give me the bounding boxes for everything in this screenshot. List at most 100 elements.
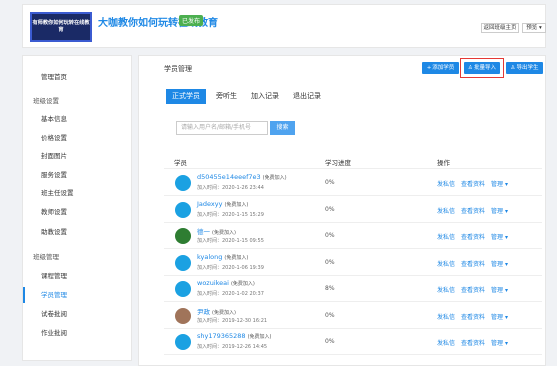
sidebar-item-homework-review[interactable]: 作业批阅 xyxy=(23,325,131,341)
send-message-link[interactable]: 发私信 xyxy=(437,181,455,188)
sidebar-item-assistant[interactable]: 助教设置 xyxy=(23,224,131,240)
student-name-cell: kyalong (免费加入) xyxy=(197,253,248,261)
sidebar-group-class-settings: 班级设置 xyxy=(33,97,59,105)
student-name-link[interactable]: kyalong xyxy=(197,253,222,261)
student-name-cell: Jadexyy (免费加入) xyxy=(197,200,248,208)
sidebar-item-cover[interactable]: 封面图片 xyxy=(23,148,131,164)
export-students-button[interactable]: ♙导出学生 xyxy=(506,62,543,74)
table-row: kyalong (免费加入) 加入时间：2020-1-06 19:39 0% 发私信 查看… xyxy=(164,250,542,276)
row-actions: 发私信 查看资料 管理 ▾ xyxy=(437,206,514,215)
avatar[interactable] xyxy=(175,307,191,324)
column-header-progress: 学习进度 xyxy=(325,159,351,167)
manage-dropdown[interactable]: 管理 ▾ xyxy=(491,261,508,268)
course-logo: 有师教你如何玩转在线教育 xyxy=(30,12,92,42)
table-row: 德一 (免费加入) 加入时间：2020-1-15 09:55 0% 发私信 查看资料 管理 … xyxy=(164,223,542,249)
tab-formal-students[interactable]: 正式学员 xyxy=(166,89,206,104)
table-row: wozuikeai (免费加入) 加入时间：2020-1-02 20:37 8% 发私信… xyxy=(164,276,542,302)
manage-dropdown[interactable]: 管理 ▾ xyxy=(491,234,508,241)
student-name-cell: 尹政 (免费加入) xyxy=(197,306,236,316)
student-name-link[interactable]: 尹政 xyxy=(197,308,210,316)
student-name-cell: wozuikeai (免费加入) xyxy=(197,279,255,287)
avatar[interactable] xyxy=(175,228,191,244)
send-message-link[interactable]: 发私信 xyxy=(437,261,455,268)
sidebar-item-exam-review[interactable]: 试卷批阅 xyxy=(23,306,131,322)
send-message-link[interactable]: 发私信 xyxy=(437,208,455,215)
student-name-cell: 德一 (免费加入) xyxy=(197,226,236,236)
join-type: (免费加入) xyxy=(262,175,287,181)
table-header-divider xyxy=(164,168,542,169)
view-profile-link[interactable]: 查看资料 xyxy=(461,287,485,294)
join-time: 加入时间：2020-1-02 20:37 xyxy=(197,291,264,297)
export-students-label: 导出学生 xyxy=(516,65,539,71)
sidebar-item-service[interactable]: 服务设置 xyxy=(23,167,131,183)
search-input[interactable]: 请输入用户名/邮箱/手机号 xyxy=(176,121,268,135)
sidebar-item-basic-info[interactable]: 基本信息 xyxy=(23,111,131,127)
view-profile-link[interactable]: 查看资料 xyxy=(461,314,485,321)
table-row: 尹政 (免费加入) 加入时间：2019-12-30 16:21 0% 发私信 查看资料 管理… xyxy=(164,303,542,329)
sidebar-item-courses[interactable]: 课程管理 xyxy=(23,268,131,284)
avatar[interactable] xyxy=(175,201,191,218)
student-name-link[interactable]: wozuikeai xyxy=(197,279,229,287)
table-row: shy179365288 (免费加入) 加入时间：2019-12-26 14:45 0… xyxy=(164,329,542,355)
view-profile-link[interactable]: 查看资料 xyxy=(461,181,485,188)
join-type: (免费加入) xyxy=(224,254,249,261)
student-name-link[interactable]: shy179365288 xyxy=(197,332,246,340)
manage-dropdown[interactable]: 管理 ▾ xyxy=(491,340,508,347)
user-icon: ♙ xyxy=(510,65,516,71)
status-badge: 已发布 xyxy=(179,15,204,26)
join-type: (免费加入) xyxy=(212,230,236,236)
manage-dropdown[interactable]: 管理 ▾ xyxy=(491,287,508,294)
add-student-button[interactable]: +添加学员 xyxy=(422,62,459,74)
student-name-link[interactable]: Jadexyy xyxy=(197,200,222,208)
send-message-link[interactable]: 发私信 xyxy=(437,234,455,241)
page-title: 学员管理 xyxy=(164,65,192,73)
row-actions: 发私信 查看资料 管理 ▾ xyxy=(437,232,514,241)
sidebar-item-teacher[interactable]: 教师设置 xyxy=(23,204,131,220)
join-type: (免费加入) xyxy=(247,334,272,340)
study-progress: 8% xyxy=(325,285,335,292)
row-actions: 发私信 查看资料 管理 ▾ xyxy=(437,312,514,321)
student-name-cell: d50455e14eeef7e3 (免费加入) xyxy=(197,173,287,181)
sidebar-item-dashboard[interactable]: 管理首页 xyxy=(23,69,131,85)
manage-dropdown[interactable]: 管理 ▾ xyxy=(491,314,508,321)
highlight-box xyxy=(460,58,504,78)
column-header-actions: 操作 xyxy=(437,159,450,167)
join-type: (免费加入) xyxy=(224,201,249,208)
course-header: 有师教你如何玩转在线教育 大咖教你如何玩转在线教育 已发布 返回班级主页 预览 … xyxy=(22,4,546,48)
send-message-link[interactable]: 发私信 xyxy=(437,340,455,347)
join-type: (免费加入) xyxy=(230,281,255,287)
table-row: Jadexyy (免费加入) 加入时间：2020-1-15 15:29 0% 发私信 查看… xyxy=(164,197,542,223)
study-progress: 0% xyxy=(325,205,335,213)
row-actions: 发私信 查看资料 管理 ▾ xyxy=(437,338,514,347)
student-name-link[interactable]: 德一 xyxy=(197,228,210,236)
table-row: d50455e14eeef7e3 (免费加入) 加入时间：2020-1-26 23:… xyxy=(164,170,542,196)
join-time: 加入时间：2020-1-26 23:44 xyxy=(197,185,264,191)
student-name-cell: shy179365288 (免费加入) xyxy=(197,332,271,340)
search-button[interactable]: 搜索 xyxy=(270,121,295,135)
sidebar-group-class-management: 班级管理 xyxy=(33,253,59,261)
sidebar-item-price[interactable]: 价格设置 xyxy=(23,130,131,146)
sidebar-item-headteacher[interactable]: 班主任设置 xyxy=(23,185,131,201)
view-profile-link[interactable]: 查看资料 xyxy=(461,234,485,241)
study-progress: 0% xyxy=(325,258,335,266)
join-time: 加入时间：2019-12-30 16:21 xyxy=(197,317,268,324)
manage-dropdown[interactable]: 管理 ▾ xyxy=(491,208,508,215)
avatar[interactable] xyxy=(175,254,191,271)
send-message-link[interactable]: 发私信 xyxy=(437,287,455,294)
tab-exit-records[interactable]: 退出记录 xyxy=(293,89,321,104)
avatar[interactable] xyxy=(175,175,191,191)
tab-join-records[interactable]: 加入记录 xyxy=(251,89,279,104)
view-profile-link[interactable]: 查看资料 xyxy=(461,261,485,268)
avatar[interactable] xyxy=(175,281,191,297)
tab-auditors[interactable]: 旁听生 xyxy=(216,89,237,104)
avatar[interactable] xyxy=(175,334,191,350)
sidebar-item-students[interactable]: 学员管理 xyxy=(23,287,131,303)
student-name-link[interactable]: d50455e14eeef7e3 xyxy=(197,173,261,181)
manage-dropdown[interactable]: 管理 ▾ xyxy=(491,181,508,188)
view-profile-link[interactable]: 查看资料 xyxy=(461,340,485,347)
back-to-class-button[interactable]: 返回班级主页 xyxy=(481,23,519,33)
preview-dropdown[interactable]: 预览 ▾ xyxy=(522,23,546,33)
column-header-student: 学员 xyxy=(174,159,187,167)
send-message-link[interactable]: 发私信 xyxy=(437,314,455,321)
view-profile-link[interactable]: 查看资料 xyxy=(461,208,485,215)
